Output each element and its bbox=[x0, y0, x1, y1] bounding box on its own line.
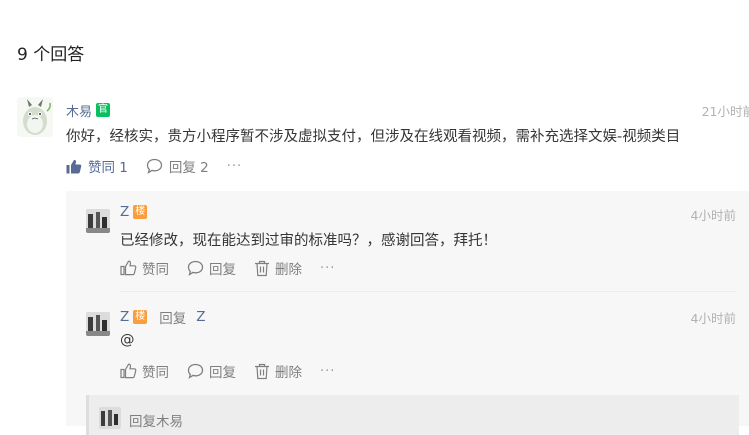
comment-bubble-icon bbox=[146, 158, 163, 174]
reply-label: 回复 bbox=[209, 262, 236, 278]
trash-icon bbox=[255, 363, 269, 379]
more-icon[interactable]: ··· bbox=[320, 261, 335, 276]
like-label: 赞同 bbox=[142, 365, 169, 381]
trash-icon bbox=[255, 260, 269, 276]
reply-actions: 赞同 回复 删除 ··· bbox=[120, 361, 335, 381]
reply-time: 4小时前 bbox=[690, 208, 736, 223]
reply-text: @ bbox=[120, 332, 135, 348]
thumb-up-filled-icon bbox=[66, 159, 82, 173]
delete-label: 删除 bbox=[275, 365, 302, 381]
like-label: 赞同 1 bbox=[88, 160, 128, 176]
reply-quote: 回复木易 bbox=[86, 395, 739, 435]
official-badge: 官 bbox=[96, 103, 111, 117]
author-name[interactable]: 木易 bbox=[66, 101, 92, 120]
reply-user[interactable]: Z bbox=[120, 309, 129, 325]
avatar[interactable] bbox=[17, 97, 53, 137]
reply-user[interactable]: Z bbox=[120, 204, 129, 220]
thumb-up-outline-icon bbox=[120, 260, 137, 276]
divider bbox=[120, 291, 736, 292]
like-button[interactable]: 赞同 bbox=[120, 258, 169, 278]
avatar[interactable] bbox=[86, 209, 110, 233]
floor-badge: 楼 bbox=[133, 205, 148, 219]
like-button[interactable]: 赞同 1 bbox=[66, 156, 128, 176]
reply-button[interactable]: 回复 bbox=[187, 258, 236, 278]
author-line: 木易 官 bbox=[66, 101, 111, 120]
reply-word: 回复 bbox=[159, 311, 187, 327]
reply-time: 4小时前 bbox=[690, 311, 736, 326]
more-icon[interactable]: ··· bbox=[320, 364, 335, 379]
like-label: 赞同 bbox=[142, 262, 169, 278]
answers-count-title: 9 个回答 bbox=[17, 45, 85, 65]
more-icon[interactable]: ··· bbox=[227, 159, 242, 174]
like-button[interactable]: 赞同 bbox=[120, 361, 169, 381]
avatar[interactable] bbox=[86, 312, 110, 336]
replies-panel: Z 楼 4小时前 已经修改，现在能达到过审的标准吗？，感谢回答，拜托！ 赞同 回… bbox=[66, 191, 749, 435]
thumb-up-outline-icon bbox=[120, 363, 137, 379]
reply-button[interactable]: 回复 2 bbox=[146, 156, 209, 176]
answer-text: 你好，经核实，贵方小程序暂不涉及虚拟支付，但涉及在线观看视频，需补充选择文娱-视… bbox=[66, 129, 681, 145]
quote-text: 回复木易 bbox=[129, 414, 183, 430]
delete-label: 删除 bbox=[275, 262, 302, 278]
answer-time: 21小时前 bbox=[701, 104, 749, 119]
reply-actions: 赞同 回复 删除 ··· bbox=[120, 258, 335, 278]
reply-head: Z 楼 bbox=[120, 204, 148, 220]
reply-text: 已经修改，现在能达到过审的标准吗？，感谢回答，拜托！ bbox=[120, 233, 497, 249]
floor-badge: 楼 bbox=[133, 310, 148, 324]
comment-bubble-icon bbox=[187, 260, 204, 276]
delete-button[interactable]: 删除 bbox=[254, 258, 302, 278]
comment-bubble-icon bbox=[187, 363, 204, 379]
reply-head: Z 楼 回复 Z bbox=[120, 307, 206, 327]
reply-label: 回复 2 bbox=[168, 160, 209, 176]
reply-target-user[interactable]: Z bbox=[196, 309, 205, 325]
reply-label: 回复 bbox=[209, 365, 236, 381]
reply-button[interactable]: 回复 bbox=[187, 361, 236, 381]
delete-button[interactable]: 删除 bbox=[254, 361, 302, 381]
answer-actions: 赞同 1 回复 2 ··· bbox=[66, 156, 242, 176]
